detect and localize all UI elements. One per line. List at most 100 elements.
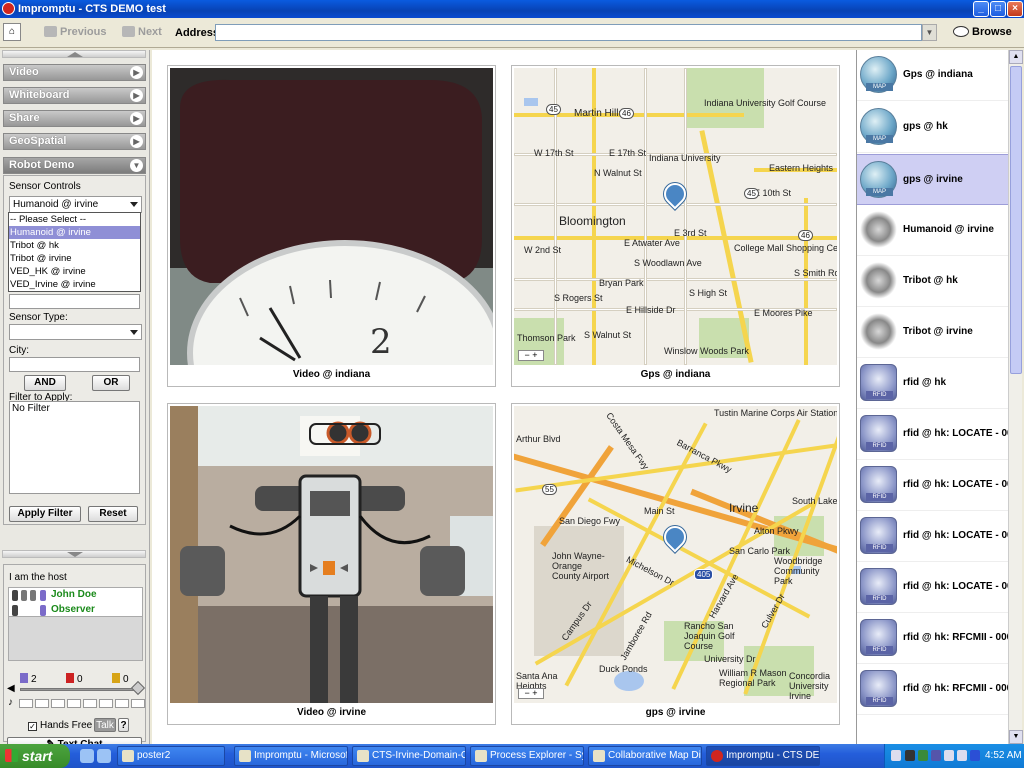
hands-free-checkbox[interactable]: ✓ Hands Free	[28, 720, 92, 731]
resource-item[interactable]: rfid @ hk	[857, 358, 1008, 409]
taskbar-button[interactable]: Collaborative Map Dis...	[588, 746, 702, 766]
address-dropdown-button[interactable]: ▼	[922, 24, 937, 41]
dropdown-option[interactable]: VED_Irvine @ irvine	[9, 278, 140, 291]
resource-item[interactable]: rfid @ hk: LOCATE - 00011	[857, 460, 1008, 511]
tile-caption: gps @ irvine	[645, 707, 706, 718]
left-panel: Video ▶ Whiteboard ▶ Share ▶ GeoSpatial ▶ Ro…	[0, 50, 150, 752]
volume-slider-thumb[interactable]	[130, 680, 146, 696]
resource-list: Gps @ indiana gps @ hk gps @ irvine Huma…	[856, 50, 1008, 744]
apply-filter-button[interactable]: Apply Filter	[9, 506, 81, 522]
tray-app-icon[interactable]	[970, 750, 980, 761]
map-label: Rancho San Joaquin Golf Course	[684, 621, 735, 651]
resource-label: Tribot @ hk	[903, 275, 958, 286]
dropdown-option[interactable]: Tribot @ irvine	[9, 252, 140, 265]
clock[interactable]: 4:52 AM	[985, 750, 1022, 761]
map-zoom-controls[interactable]: − +	[518, 350, 544, 361]
scroll-down-arrow-icon[interactable]: ▼	[1009, 730, 1023, 744]
sensor-select-value: Humanoid @ irvine	[13, 199, 99, 210]
resource-item[interactable]: rfid @ hk: RFCMII - 000187	[857, 664, 1008, 715]
map-view-indiana[interactable]: Martin Hills Indiana University Golf Cou…	[514, 68, 837, 365]
process-explorer-icon	[475, 750, 487, 762]
system-tray: 4:52 AM	[884, 744, 1024, 768]
minimize-button[interactable]: _	[973, 1, 989, 17]
quicklaunch-ie-icon[interactable]	[80, 749, 94, 763]
category-robot-demo[interactable]: Robot Demo ▼	[3, 157, 146, 174]
filter-textarea[interactable]: No Filter	[9, 401, 140, 494]
dropdown-option[interactable]: VED_HK @ irvine	[9, 265, 140, 278]
map-label: E Hillside Dr	[626, 305, 676, 315]
talk-button[interactable]: Talk	[94, 718, 116, 732]
map-label: John Wayne-Orange County Airport	[552, 551, 610, 581]
resource-item[interactable]: Tribot @ hk	[857, 256, 1008, 307]
resource-item[interactable]: Humanoid @ irvine	[857, 205, 1008, 256]
taskbar-button[interactable]: poster2	[117, 746, 225, 766]
panel-collapse-grip[interactable]	[2, 50, 146, 58]
maximize-button[interactable]: □	[990, 1, 1006, 17]
host-label: I am the host	[9, 572, 67, 583]
tray-network-icon[interactable]	[944, 750, 954, 761]
taskbar-button[interactable]: CTS-Irvine-Domain-O...	[352, 746, 466, 766]
resource-item[interactable]: rfid @ hk: RFCMII - 000184	[857, 613, 1008, 664]
window-title: Impromptu - CTS DEMO test	[18, 3, 166, 15]
previous-button[interactable]: Previous	[44, 26, 106, 38]
resource-list-scrollbar[interactable]: ▲ ▼	[1008, 50, 1023, 744]
dropdown-option[interactable]: -- Please Select --	[9, 213, 140, 226]
resource-item[interactable]: Tribot @ irvine	[857, 307, 1008, 358]
home-button[interactable]: ⌂	[3, 23, 21, 41]
resource-item[interactable]: rfid @ hk: LOCATE - 00011	[857, 511, 1008, 562]
city-input[interactable]	[9, 357, 140, 372]
map-zoom-controls[interactable]: − +	[518, 688, 544, 699]
or-button[interactable]: OR	[92, 375, 130, 391]
next-label: Next	[138, 26, 162, 38]
participant-row[interactable]: John Doe	[9, 588, 142, 603]
video-tile-irvine[interactable]: Video @ irvine	[167, 403, 496, 725]
tray-app-icon[interactable]	[918, 750, 928, 761]
tray-app-icon[interactable]	[931, 750, 941, 761]
resource-item[interactable]: gps @ hk	[857, 102, 1008, 153]
tray-volume-icon[interactable]	[957, 750, 967, 761]
taskbar-button[interactable]: Process Explorer - Sy...	[470, 746, 584, 766]
map-tile-indiana[interactable]: Martin Hills Indiana University Golf Cou…	[511, 65, 840, 387]
map-view-irvine[interactable]: Tustin Marine Corps Air Station Arthur B…	[514, 406, 837, 703]
sensor-type-select[interactable]	[9, 324, 142, 340]
tray-arrow-icon[interactable]	[891, 750, 901, 761]
tray-app-icon[interactable]	[905, 750, 915, 761]
map-tile-irvine[interactable]: Tustin Marine Corps Air Station Arthur B…	[511, 403, 840, 725]
scrollbar-thumb[interactable]	[1010, 66, 1022, 374]
category-share[interactable]: Share ▶	[3, 110, 146, 127]
browse-button[interactable]: Browse	[953, 26, 1012, 38]
taskbar-button-label: Collaborative Map Dis...	[608, 750, 701, 761]
resource-item[interactable]: Gps @ indiana	[857, 50, 1008, 101]
address-input[interactable]	[215, 24, 922, 41]
sensor-name-field[interactable]	[9, 294, 140, 309]
speaker-icon	[12, 590, 18, 601]
participant-row[interactable]: Observer	[9, 603, 142, 618]
volume-slider[interactable]	[20, 688, 138, 691]
resource-item[interactable]: rfid @ hk: LOCATE - 00013	[857, 562, 1008, 613]
quicklaunch-desktop-icon[interactable]	[97, 749, 111, 763]
next-button[interactable]: Next	[122, 26, 162, 38]
start-button[interactable]: start	[0, 744, 70, 768]
taskbar-button[interactable]: Impromptu - Microsof...	[234, 746, 348, 766]
category-whiteboard[interactable]: Whiteboard ▶	[3, 87, 146, 104]
taskbar-button-active[interactable]: Impromptu - CTS DE...	[706, 746, 820, 766]
hand-icon	[21, 590, 27, 601]
map-label: S Rogers St	[554, 293, 603, 303]
folder-icon	[122, 750, 134, 762]
dropdown-option-selected[interactable]: Humanoid @ irvine	[9, 226, 140, 239]
previous-icon	[44, 26, 57, 37]
category-label: Share	[9, 112, 40, 124]
resource-item-selected[interactable]: gps @ irvine	[857, 154, 1008, 205]
dropdown-option[interactable]: Tribot @ hk	[9, 239, 140, 252]
category-video[interactable]: Video ▶	[3, 64, 146, 81]
reset-button[interactable]: Reset	[88, 506, 138, 522]
video-tile-indiana[interactable]: 2 Video @ indiana	[167, 65, 496, 387]
close-button[interactable]: ×	[1007, 1, 1023, 17]
sensor-select[interactable]: Humanoid @ irvine	[9, 196, 142, 213]
scroll-up-arrow-icon[interactable]: ▲	[1009, 50, 1023, 64]
and-button[interactable]: AND	[24, 375, 66, 391]
resource-item[interactable]: rfid @ hk: LOCATE - 00011	[857, 409, 1008, 460]
help-button[interactable]: ?	[118, 718, 129, 732]
chat-collapse-grip[interactable]	[2, 550, 146, 558]
category-geospatial[interactable]: GeoSpatial ▶	[3, 133, 146, 150]
